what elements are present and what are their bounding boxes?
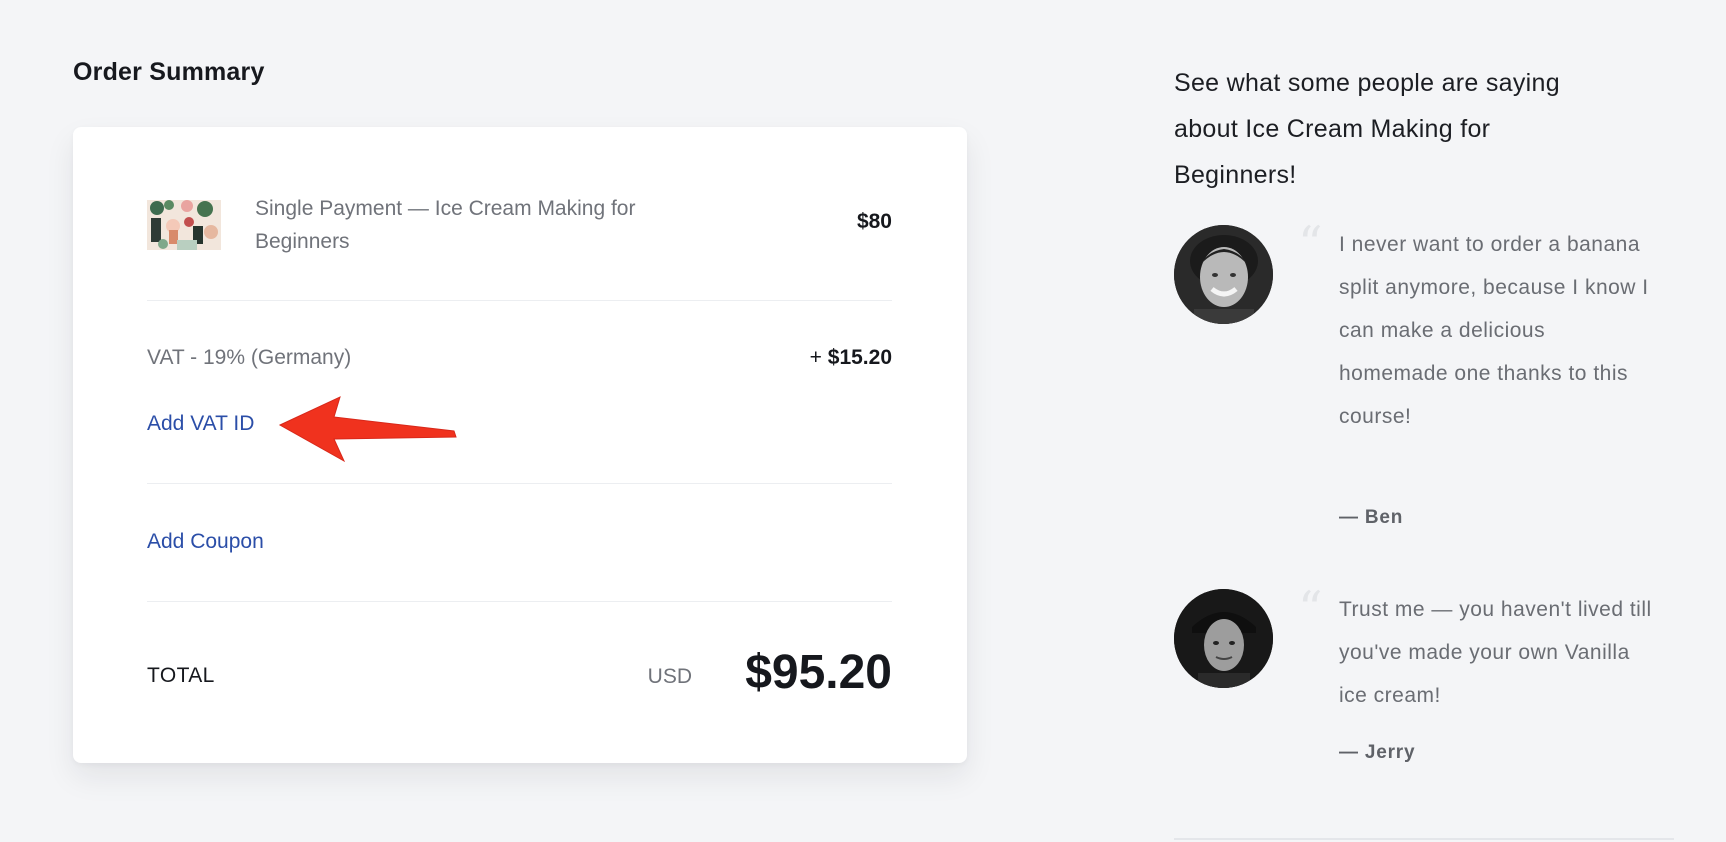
testimonial-author: — Jerry: [1339, 742, 1416, 763]
red-arrow-annotation-icon: [278, 396, 457, 463]
order-summary-title: Order Summary: [73, 58, 265, 86]
add-vat-id-link[interactable]: Add VAT ID: [147, 412, 254, 436]
vat-label: VAT - 19% (Germany): [147, 346, 352, 369]
testimonial-quote: I never want to order a banana split any…: [1339, 233, 1649, 428]
divider: [147, 483, 892, 484]
course-thumbnail-image: [147, 200, 221, 250]
product-name: Single Payment — Ice Cream Making for Be…: [255, 197, 636, 253]
vat-amount-value: $15.20: [827, 346, 892, 369]
testimonial-author: — Ben: [1339, 507, 1404, 528]
total-label: TOTAL: [147, 664, 215, 687]
total-currency: USD: [647, 665, 692, 688]
quote-mark-icon: “: [1298, 581, 1323, 637]
order-summary-card: Single Payment — Ice Cream Making for Be…: [73, 127, 967, 763]
quote-mark-icon: “: [1298, 216, 1323, 272]
avatar: [1174, 225, 1273, 324]
testimonial-quote: Trust me — you haven't lived till you've…: [1339, 598, 1652, 707]
add-coupon-link[interactable]: Add Coupon: [147, 530, 264, 554]
checkout-page: Order Summary Single Payment — Ice Cream…: [0, 0, 1726, 842]
total-amount: $95.20: [745, 646, 892, 699]
divider: [1174, 838, 1674, 840]
testimonials-heading: See what some people are saying about Ic…: [1174, 69, 1560, 189]
vat-amount-prefix: +: [809, 346, 822, 369]
product-price: $80: [856, 210, 892, 233]
divider: [147, 300, 892, 301]
vat-amount: + $15.20: [810, 346, 892, 370]
avatar: [1174, 589, 1273, 688]
divider: [147, 601, 892, 602]
